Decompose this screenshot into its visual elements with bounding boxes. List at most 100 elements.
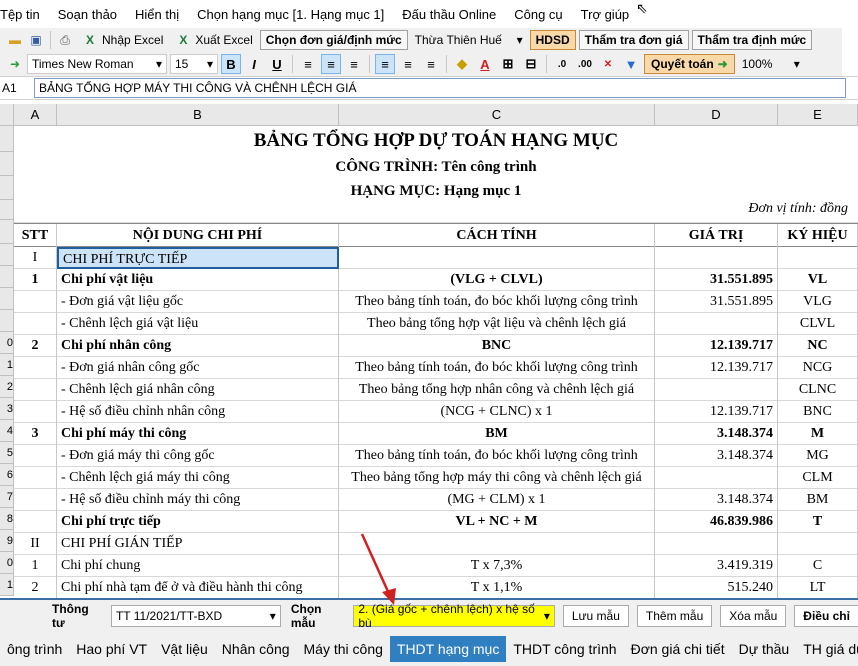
open-folder-icon[interactable]: ▬ [6, 31, 24, 49]
cell-value[interactable]: 3.148.374 [655, 445, 778, 467]
cell-sym[interactable]: VL [778, 269, 858, 291]
settle-button[interactable]: Quyết toán ➜ [644, 54, 735, 74]
cell-sym[interactable]: CLM [778, 467, 858, 489]
cell-calc[interactable]: Theo bảng tính toán, đo bóc khối lượng c… [339, 291, 655, 313]
row-header[interactable] [0, 126, 14, 152]
cell-value[interactable]: 12.139.717 [655, 357, 778, 379]
table-row[interactable]: 1 Chi phí chung T x 7,3% 3.419.319 C [14, 555, 858, 577]
cell-value[interactable]: 31.551.895 [655, 269, 778, 291]
table-row[interactable]: - Chênh lệch giá máy thi công Theo bảng t… [14, 467, 858, 489]
table-row[interactable]: I CHI PHÍ TRỰC TIẾP [14, 247, 858, 269]
tab-2[interactable]: Vật liệu [154, 636, 215, 662]
cell-calc[interactable]: Theo bảng tổng hợp máy thi công và chênh… [339, 467, 655, 489]
cell-sym[interactable]: VLG [778, 291, 858, 313]
fill-color-icon[interactable]: ◆ [452, 54, 472, 74]
table-row[interactable]: - Chênh lệch giá nhân công Theo bảng tổng… [14, 379, 858, 401]
cell-stt[interactable] [14, 291, 57, 313]
menu-edit[interactable]: Soạn thảo [49, 7, 126, 22]
cell-content[interactable]: CHI PHÍ GIÁN TIẾP [57, 533, 339, 555]
row-header[interactable]: 4 [0, 420, 14, 442]
cell-calc[interactable] [339, 533, 655, 555]
menu-online-bidding[interactable]: Đấu thầu Online [393, 7, 505, 22]
column-header-e[interactable]: E [778, 104, 858, 126]
valign-middle-icon[interactable]: ≡ [398, 54, 418, 74]
cell-calc[interactable]: T x 1,1% [339, 577, 655, 598]
tab-8[interactable]: Dự thầu [732, 636, 797, 662]
clear-icon[interactable]: ✕ [598, 54, 618, 74]
cell-calc[interactable]: Theo bảng tính toán, đo bóc khối lượng c… [339, 445, 655, 467]
row-header[interactable]: 5 [0, 442, 14, 464]
cell-sym[interactable]: NCG [778, 357, 858, 379]
row-header[interactable]: 3 [0, 398, 14, 420]
cell-content[interactable]: - Chênh lệch giá vật liệu [57, 313, 339, 335]
template-select[interactable]: 2. (Giá gốc + chênh lệch) x hệ số bù ▾ [353, 602, 555, 630]
cell-sym[interactable]: CLVL [778, 313, 858, 335]
cell-content[interactable]: Chi phí nhân công [57, 335, 339, 357]
cell-calc[interactable]: Theo bảng tổng hợp nhân công và chênh lệ… [339, 379, 655, 401]
cell-stt[interactable] [14, 489, 57, 511]
row-header[interactable]: 1 [0, 574, 14, 596]
cell-sym[interactable]: MG [778, 445, 858, 467]
table-row[interactable]: 3 Chi phí máy thi công BM 3.148.374 M [14, 423, 858, 445]
cell-content[interactable]: - Hệ số điều chỉnh nhân công [57, 401, 339, 423]
cell-content[interactable]: - Đơn giá máy thi công gốc [57, 445, 339, 467]
cell-content[interactable]: - Đơn giá vật liệu gốc [57, 291, 339, 313]
cell-sym[interactable]: BM [778, 489, 858, 511]
cell-sym[interactable] [778, 247, 858, 269]
cell-content[interactable]: CHI PHÍ TRỰC TIẾP [57, 247, 339, 269]
cell-sym[interactable]: C [778, 555, 858, 577]
menu-choose-item[interactable]: Chọn hạng mục [1. Hạng mục 1] [188, 7, 393, 22]
cell-calc[interactable]: (MG + CLM) x 1 [339, 489, 655, 511]
cell-stt[interactable] [14, 511, 57, 533]
export-excel-button[interactable]: X Xuất Excel [170, 29, 256, 51]
column-header-a[interactable]: A [14, 104, 57, 126]
tab-3[interactable]: Nhân công [215, 636, 297, 662]
table-row[interactable]: - Đơn giá máy thi công gốc Theo bảng tính… [14, 445, 858, 467]
table-row[interactable]: 2 Chi phí nhà tạm để ở và điều hành thi c… [14, 577, 858, 598]
tab-0[interactable]: ông trình [0, 636, 69, 662]
table-row[interactable]: - Chênh lệch giá vật liệu Theo bảng tổng … [14, 313, 858, 335]
tab-6[interactable]: THDT công trình [506, 636, 623, 662]
align-right-icon[interactable]: ≡ [344, 54, 364, 74]
align-left-icon[interactable]: ≡ [298, 54, 318, 74]
cell-calc[interactable]: Theo bảng tính toán, đo bóc khối lượng c… [339, 357, 655, 379]
spreadsheet-grid[interactable]: A B C D E 012345678901 BẢNG TỔNG HỢP DỰ … [0, 104, 858, 598]
row-header[interactable] [0, 152, 14, 176]
row-header[interactable]: 0 [0, 332, 14, 354]
cell-stt[interactable]: I [14, 247, 57, 269]
cell-stt[interactable]: II [14, 533, 57, 555]
zoom-select[interactable]: 100% ▾ [737, 54, 804, 74]
bold-button[interactable]: B [221, 54, 241, 74]
row-header[interactable] [0, 310, 14, 332]
province-select[interactable]: Thừa Thiên Huế ▾ [410, 30, 527, 50]
circular-select[interactable]: TT 11/2021/TT-BXD ▾ [110, 605, 281, 627]
cell-sym[interactable]: T [778, 511, 858, 533]
tab-5[interactable]: THDT hạng mục [389, 636, 507, 662]
cell-value[interactable]: 46.839.986 [655, 511, 778, 533]
cell-stt[interactable]: 1 [14, 555, 57, 577]
window-scrollbar[interactable] [842, 28, 858, 76]
delete-template-button[interactable]: Xóa mẫu [720, 605, 787, 627]
formula-input[interactable]: BẢNG TỔNG HỢP MÁY THI CÔNG VÀ CHÊNH LỆCH… [34, 78, 846, 98]
tab-4[interactable]: Máy thi công [297, 636, 390, 662]
cell-calc[interactable] [339, 247, 655, 269]
table-row[interactable]: 2 Chi phí nhân công BNC 12.139.717 NC [14, 335, 858, 357]
row-header[interactable] [0, 288, 14, 310]
valign-top-icon[interactable]: ≡ [375, 54, 395, 74]
cell-stt[interactable] [14, 357, 57, 379]
cell-sym[interactable] [778, 533, 858, 555]
cell-stt[interactable] [14, 467, 57, 489]
cell-content[interactable]: Chi phí nhà tạm để ở và điều hành thi cô… [57, 577, 339, 598]
cell-value[interactable]: 31.551.895 [655, 291, 778, 313]
cell-calc[interactable]: (VLG + CLVL) [339, 269, 655, 291]
row-header[interactable]: 9 [0, 530, 14, 552]
table-row[interactable]: Chi phí trực tiếp VL + NC + M 46.839.986 T [14, 511, 858, 533]
row-header[interactable] [0, 244, 14, 266]
cell-stt[interactable]: 2 [14, 577, 57, 598]
cell-content[interactable]: Chi phí vật liệu [57, 269, 339, 291]
column-header-c[interactable]: C [339, 104, 655, 126]
print-icon[interactable]: ⎙ [56, 31, 74, 49]
tab-7[interactable]: Đơn giá chi tiết [624, 636, 732, 662]
cell-stt[interactable]: 3 [14, 423, 57, 445]
table-row[interactable]: - Đơn giá vật liệu gốc Theo bảng tính toá… [14, 291, 858, 313]
